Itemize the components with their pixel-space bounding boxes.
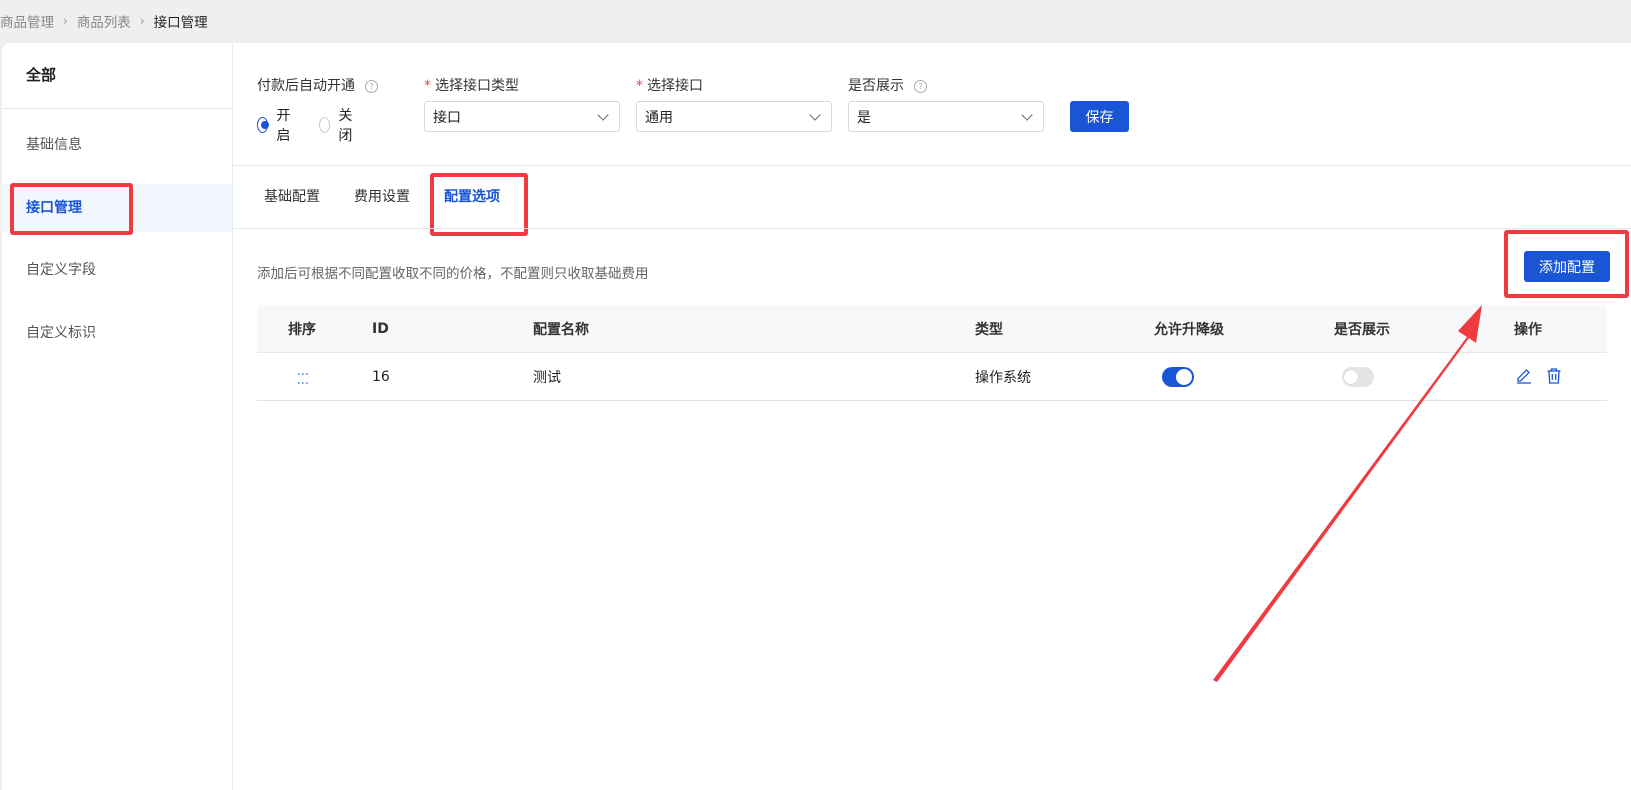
annotation-arrow-icon [1213,305,1482,682]
